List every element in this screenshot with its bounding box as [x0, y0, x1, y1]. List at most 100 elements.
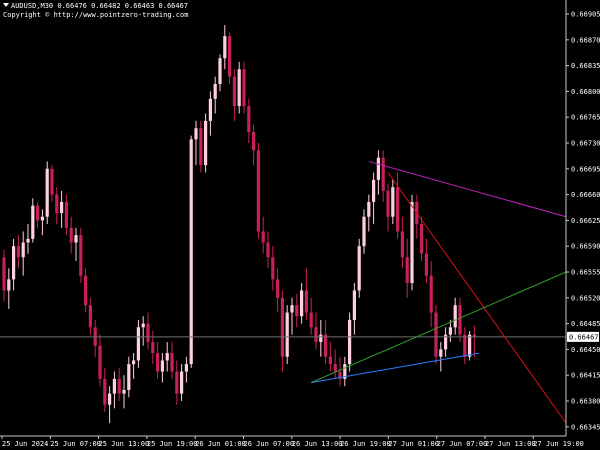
y-tick-label: 0.66345 [571, 423, 600, 431]
y-tick-label: 0.66835 [571, 62, 600, 70]
candle-body [304, 290, 308, 313]
candle-body [314, 327, 318, 343]
y-tick-label: 0.66905 [571, 11, 600, 19]
candle-body [247, 106, 251, 132]
candles-layer [2, 25, 476, 424]
candle-body [26, 238, 30, 243]
candle-body [31, 205, 35, 239]
y-tick-label: 0.66485 [571, 320, 600, 328]
candle-body [434, 312, 438, 357]
candle-body [333, 364, 337, 372]
y-tick-label: 0.66730 [571, 140, 600, 148]
candle-body [319, 334, 323, 343]
candle-body [184, 364, 188, 372]
x-tick-label: 27 Jun 01:00 [388, 440, 439, 448]
candle-body [189, 139, 193, 365]
candle-body [300, 290, 304, 317]
candle-body [194, 128, 198, 140]
candle-body [276, 279, 280, 298]
copyright-text: Copyright © http://www.pointzero-trading… [3, 11, 189, 19]
candle-body [352, 290, 356, 320]
candle-body [242, 69, 246, 107]
candle-body [132, 360, 136, 365]
candle-body [429, 275, 433, 313]
candle-body [400, 231, 404, 258]
candle-body [208, 98, 212, 121]
candle-body [280, 297, 284, 357]
candle-body [156, 353, 160, 372]
candle-body [348, 319, 352, 365]
x-tick-label: 25 Jun 07:00 [50, 440, 101, 448]
candle-body [160, 360, 164, 372]
y-tick-label: 0.66800 [571, 88, 600, 96]
candle-body [223, 36, 227, 59]
y-tick-label: 0.66765 [571, 114, 600, 122]
candle-body [170, 353, 174, 372]
x-tick-label: 26 Jun 19:00 [340, 440, 391, 448]
x-tick-label: 25 Jun 19:00 [147, 440, 198, 448]
triangle-down-icon[interactable] [3, 3, 9, 7]
candle-body [420, 224, 424, 254]
y-tick-label: 0.66415 [571, 372, 600, 380]
candle-body [362, 216, 366, 247]
candle-body [117, 378, 121, 394]
candle-body [21, 242, 25, 258]
candle-body [74, 235, 78, 243]
candle-body [50, 168, 54, 195]
x-tick-label: 27 Jun 13:00 [485, 440, 536, 448]
candle-body [103, 378, 107, 405]
candle-body [64, 201, 68, 228]
y-tick-label: 0.66380 [571, 398, 600, 406]
y-tick-label: 0.66660 [571, 191, 600, 199]
candle-body [381, 157, 385, 191]
candle-body [228, 36, 232, 77]
candle-body [112, 378, 116, 394]
candle-body [213, 84, 217, 99]
candle-body [165, 353, 169, 361]
candle-body [328, 356, 332, 365]
candle-body [204, 120, 208, 166]
candle-body [367, 201, 371, 217]
candle-body [151, 342, 155, 354]
ohlc-values: 0.66476 0.66482 0.66463 0.66467 [57, 2, 189, 10]
candle-body [271, 257, 275, 280]
x-tick-label: 25 Jun 2024 [2, 440, 48, 448]
candle-body [180, 371, 184, 394]
candle-body [69, 227, 73, 243]
x-tick-label: 26 Jun 01:00 [195, 440, 246, 448]
candle-body [60, 201, 64, 214]
candle-body [108, 393, 112, 405]
x-tick-label: 26 Jun 13:00 [292, 440, 343, 448]
candle-body [295, 305, 299, 317]
candle-body [98, 345, 102, 379]
candle-body [88, 305, 92, 328]
y-tick-label: 0.66870 [571, 36, 600, 44]
y-tick-label: 0.66520 [571, 294, 600, 302]
candle-body [261, 231, 265, 243]
candle-body [468, 334, 472, 357]
candle-body [36, 205, 40, 221]
candle-body [439, 349, 443, 357]
candle-body [136, 327, 140, 361]
candle-body [45, 168, 49, 217]
candle-body [266, 242, 270, 258]
candle-body [2, 257, 6, 291]
axes-layer: 0.66905 0.66870 0.66835 0.66800 0.66765 0.667… [0, 0, 600, 448]
price-chart[interactable]: 0.66905 0.66870 0.66835 0.66800 0.66765 0.667… [0, 0, 600, 450]
x-tick-label: 26 Jun 07:00 [244, 440, 295, 448]
candle-body [16, 246, 20, 258]
symbol-label: AUDUSD,M30 [11, 2, 54, 10]
candle-body [232, 76, 236, 107]
candle-body [141, 323, 145, 328]
x-tick-label: 25 Jun 13:00 [99, 440, 150, 448]
candle-body [357, 246, 361, 291]
candle-body [40, 216, 44, 221]
candle-body [424, 253, 428, 276]
candle-body [84, 275, 88, 306]
trendline [387, 172, 567, 424]
candle-body [252, 131, 256, 151]
current-price-label: 0.66467 [569, 333, 599, 341]
candle-body [285, 312, 289, 357]
candle-body [12, 246, 16, 280]
candle-body [463, 334, 467, 357]
